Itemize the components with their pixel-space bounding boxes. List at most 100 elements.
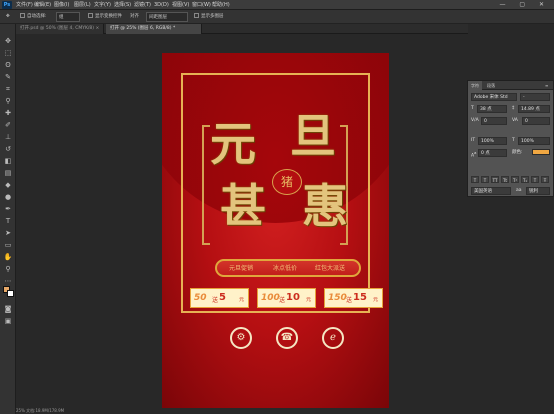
menu-edit[interactable]: 编辑(E) xyxy=(34,0,51,10)
auto-select-label: 自动选择: xyxy=(27,14,47,19)
auto-select-dropdown[interactable]: 组 xyxy=(56,12,80,22)
pig-seal: 猪 xyxy=(272,169,302,195)
spacing-dropdown[interactable]: 间距图层 xyxy=(146,12,188,22)
shape-tool-icon[interactable]: ▭ xyxy=(3,240,13,250)
lasso-tool-icon[interactable]: ʘ xyxy=(3,60,13,70)
font-size-field[interactable]: 38 点 xyxy=(477,105,507,113)
menu-select[interactable]: 选择(S) xyxy=(114,0,131,10)
tab-paragraph[interactable]: 段落 xyxy=(484,81,498,90)
menu-type[interactable]: 文字(Y) xyxy=(94,0,111,10)
background-color-swatch[interactable] xyxy=(7,290,14,297)
zoom-tool-icon[interactable]: ⚲ xyxy=(3,264,13,274)
faux-italic-button[interactable]: T xyxy=(481,176,489,183)
kerning-icon: V/A xyxy=(471,118,479,123)
coupon-send: 送 xyxy=(346,297,353,304)
browser-circle-icon: ℯ xyxy=(322,327,344,349)
document-tab-bar: 打开.psd @ 50% (图层 4, CMYK/8) × 打开 @ 25% (… xyxy=(16,24,468,34)
tab-character[interactable]: 字符 xyxy=(468,81,482,90)
coupon-1: 50 送 5 元 xyxy=(190,288,249,308)
crop-tool-icon[interactable]: ⌗ xyxy=(3,84,13,94)
tracking-field[interactable]: 0 xyxy=(522,117,550,125)
hand-tool-icon[interactable]: ✋ xyxy=(3,252,13,262)
pill-item-1: 元旦促销 xyxy=(229,265,254,272)
all-caps-button[interactable]: TT xyxy=(491,176,499,183)
text-color-swatch[interactable] xyxy=(532,149,550,155)
baseline-field[interactable]: 0 点 xyxy=(478,149,507,157)
tab-document-1[interactable]: 打开.psd @ 50% (图层 4, CMYK/8) × xyxy=(16,24,104,34)
dodge-tool-icon[interactable]: ● xyxy=(3,192,13,202)
pill-item-3: 红包大派送 xyxy=(315,265,346,272)
font-style-dropdown[interactable]: - xyxy=(520,93,550,101)
pill-item-2: 冰点低价 xyxy=(273,265,298,272)
left-bracket xyxy=(202,125,210,245)
quick-select-icon[interactable]: ✎ xyxy=(3,72,13,82)
healing-brush-icon[interactable]: ✚ xyxy=(3,108,13,118)
antialias-dropdown[interactable]: 锐利 xyxy=(526,187,550,195)
move-tool-icon[interactable]: ✥ xyxy=(3,36,13,46)
menu-image[interactable]: 图像(I) xyxy=(54,0,69,10)
underline-button[interactable]: T xyxy=(531,176,539,183)
menu-file[interactable]: 文件(F) xyxy=(16,0,33,10)
horizontal-scale-field[interactable]: 100% xyxy=(518,137,550,145)
menu-window[interactable]: 窗口(W) xyxy=(192,0,211,10)
tools-panel: ✥ ⬚ ʘ ✎ ⌗ ⚲ ✚ ✐ ⊥ ↺ ◧ ▤ ◆ ● ✒ T ➤ ▭ ✋ ⚲ … xyxy=(0,24,16,414)
font-size-icon: T xyxy=(471,106,474,111)
menu-view[interactable]: 视图(V) xyxy=(172,0,189,10)
eyedropper-tool-icon[interactable]: ⚲ xyxy=(3,96,13,106)
quick-mask-icon[interactable]: ◙ xyxy=(3,304,13,314)
screen-mode-icon[interactable]: ▣ xyxy=(3,316,13,326)
coupon-threshold: 100 xyxy=(261,293,280,303)
strikethrough-button[interactable]: Ŧ xyxy=(541,176,549,183)
panel-header: 字符 段落 ≡ xyxy=(468,81,553,90)
coupon-unit: 元 xyxy=(373,297,379,303)
marquee-tool-icon[interactable]: ⬚ xyxy=(3,48,13,58)
font-family-dropdown[interactable]: Adobe 宋体 Std xyxy=(471,93,517,101)
blur-tool-icon[interactable]: ◆ xyxy=(3,180,13,190)
superscript-button[interactable]: T¹ xyxy=(511,176,519,183)
antialias-label: aa xyxy=(516,188,522,193)
language-dropdown[interactable]: 美国英语 xyxy=(471,187,511,195)
more-tools-icon[interactable]: ⋯ xyxy=(3,276,13,286)
coupon-value: 5 xyxy=(219,292,226,303)
leading-icon: ‡ xyxy=(512,106,515,111)
auto-select-checkbox[interactable]: 自动选择: xyxy=(20,12,47,22)
photoshop-logo: Ps xyxy=(2,1,12,9)
menu-layer[interactable]: 图层(L) xyxy=(74,0,91,10)
pen-tool-icon[interactable]: ✒ xyxy=(3,204,13,214)
stamp-tool-icon[interactable]: ⊥ xyxy=(3,132,13,142)
menu-bar: Ps 文件(F) 编辑(E) 图像(I) 图层(L) 文字(Y) 选择(S) 滤… xyxy=(0,0,554,10)
vertical-scale-icon: IT xyxy=(471,138,476,143)
move-tool-icon[interactable]: ✥ xyxy=(6,12,10,22)
menu-3d[interactable]: 3D(D) xyxy=(154,0,169,10)
type-tool-icon[interactable]: T xyxy=(3,216,13,226)
character-panel: 字符 段落 ≡ Adobe 宋体 Std - T 38 点 ‡ 14.89 点 … xyxy=(467,80,554,197)
faux-bold-button[interactable]: T xyxy=(471,176,479,183)
brush-tool-icon[interactable]: ✐ xyxy=(3,120,13,130)
document-canvas[interactable]: 元 旦 甚 惠 猪 元旦促销 冰点低价 红包大派送 50 送 5 元 100 送… xyxy=(162,53,389,408)
kerning-field[interactable]: 0 xyxy=(481,117,507,125)
panel-menu-icon[interactable]: ≡ xyxy=(542,81,551,90)
calligraphy-dan: 旦 xyxy=(290,109,336,163)
coupon-2: 100 送 10 元 xyxy=(257,288,316,308)
menu-filter[interactable]: 滤镜(T) xyxy=(134,0,151,10)
promo-pill: 元旦促销 冰点低价 红包大派送 xyxy=(215,259,361,277)
path-select-icon[interactable]: ➤ xyxy=(3,228,13,238)
show-multilayer-checkbox[interactable]: 显示多图层 xyxy=(194,12,224,22)
subscript-button[interactable]: T₁ xyxy=(521,176,529,183)
coupon-3: 150 送 15 元 xyxy=(324,288,383,308)
leading-field[interactable]: 14.89 点 xyxy=(518,105,550,113)
vertical-scale-field[interactable]: 100% xyxy=(478,137,507,145)
calligraphy-shen: 甚 xyxy=(220,179,266,233)
pig-seal-text: 猪 xyxy=(280,175,293,189)
transform-controls-checkbox[interactable]: 显示变换控件 xyxy=(88,12,122,22)
coupon-value: 10 xyxy=(286,292,300,303)
gradient-tool-icon[interactable]: ▤ xyxy=(3,168,13,178)
small-caps-button[interactable]: Tt xyxy=(501,176,509,183)
history-brush-icon[interactable]: ↺ xyxy=(3,144,13,154)
menu-help[interactable]: 帮助(H) xyxy=(212,0,230,10)
show-multilayer-label: 显示多图层 xyxy=(201,14,224,19)
coupon-send: 送 xyxy=(279,297,286,304)
eraser-tool-icon[interactable]: ◧ xyxy=(3,156,13,166)
tab-document-2[interactable]: 打开 @ 25% (图层 6, RGB/8) * xyxy=(106,24,202,34)
window-controls[interactable]: — ▢ ✕ xyxy=(499,0,550,10)
